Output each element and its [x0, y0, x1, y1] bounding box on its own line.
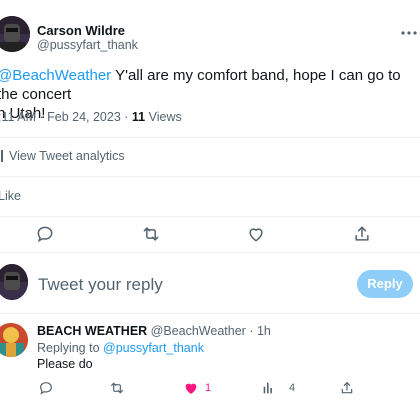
divider [0, 176, 420, 177]
reply-like-button[interactable]: 1 [183, 380, 211, 396]
reply-author: BEACH WEATHER @BeachWeather · 1h [37, 324, 271, 338]
reply-icon [40, 382, 52, 395]
share-icon[interactable] [352, 224, 372, 244]
author-avatar[interactable] [0, 16, 30, 52]
reply-like-count: 1 [205, 382, 212, 394]
divider [0, 137, 420, 138]
reply-views-count: 4 [289, 382, 296, 394]
author-name[interactable]: Carson Wildre [37, 23, 125, 38]
analytics-icon [1, 150, 3, 162]
like-icon[interactable] [246, 224, 266, 244]
analytics-icon [263, 382, 272, 394]
views-count: 11 [131, 110, 146, 124]
tweet-date[interactable]: Feb 24, 2023 [47, 110, 121, 124]
reply-time[interactable]: 1h [257, 324, 271, 338]
reply-icon[interactable] [35, 224, 55, 244]
composer-avatar [0, 264, 28, 300]
view-analytics-link[interactable]: View Tweet analytics [0, 149, 125, 163]
retweet-icon [111, 382, 123, 394]
analytics-label: View Tweet analytics [9, 149, 125, 163]
reply-share-button[interactable] [339, 380, 355, 396]
reply-analytics-button[interactable]: 4 [261, 380, 295, 396]
reply-reply-button[interactable] [38, 380, 54, 396]
reply-retweet-button[interactable] [109, 380, 125, 396]
replying-to: Replying to @pussyfart_thank [37, 341, 204, 355]
reply-text: Please do [37, 357, 93, 371]
reply-author-name[interactable]: BEACH WEATHER [37, 324, 147, 338]
reply-button[interactable]: Reply [357, 270, 413, 298]
replying-label: Replying to [37, 341, 100, 355]
tweet-meta: :11 AM · Feb 24, 2023 · 11 Views [0, 110, 182, 124]
reply-author-handle[interactable]: @BeachWeather [151, 324, 246, 338]
divider [0, 313, 420, 314]
views-label: Views [148, 110, 182, 124]
retweet-icon[interactable] [141, 224, 161, 244]
divider [0, 252, 420, 253]
tweet-time[interactable]: :11 AM [0, 110, 36, 124]
divider [0, 216, 420, 217]
tweet-mention[interactable]: @BeachWeather [0, 67, 111, 84]
heart-filled-icon [185, 383, 197, 394]
reply-input[interactable]: Tweet your reply [38, 275, 163, 295]
author-handle[interactable]: @pussyfart_thank [37, 38, 138, 52]
share-icon [341, 382, 353, 394]
more-icon[interactable] [395, 25, 419, 41]
reply-author-avatar[interactable] [0, 323, 28, 357]
replying-handle[interactable]: @pussyfart_thank [103, 341, 204, 355]
like-summary[interactable]: Like [0, 189, 21, 203]
